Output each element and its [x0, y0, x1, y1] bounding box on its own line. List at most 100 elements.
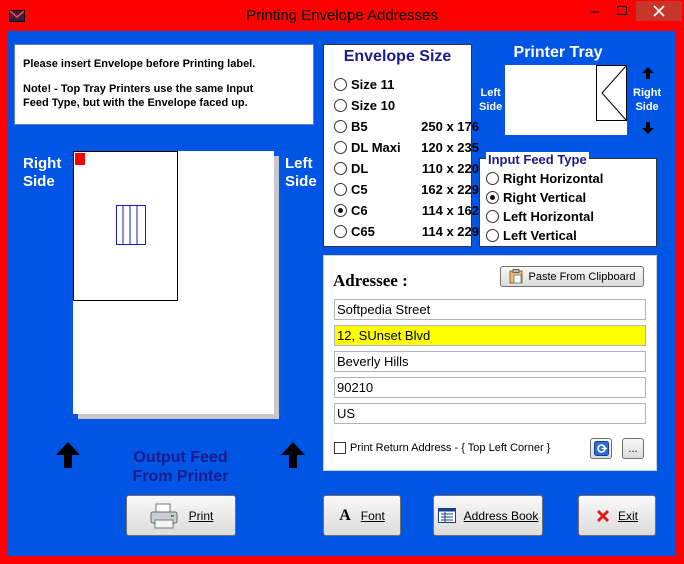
instruction-text: Please insert Envelope before Printing l…	[23, 58, 256, 70]
envelope-size-dimensions: 114 x 162	[421, 202, 479, 218]
envelope-size-option[interactable]: C6 114 x 162	[334, 200, 479, 220]
radio-button[interactable]	[486, 209, 499, 223]
input-feed-option[interactable]: Right Horizontal	[486, 168, 603, 188]
note-line-1: Note! - Top Tray Printers use the same I…	[23, 83, 254, 95]
address-book-icon	[437, 508, 456, 523]
envelope-size-option[interactable]: C5 162 x 229	[334, 179, 479, 199]
envelope-size-dimensions: 162 x 229	[421, 181, 479, 197]
font-icon: A	[339, 506, 351, 524]
envelope-size-panel: Envelope Size Size 11 Size 10 B5 250 x 176 D…	[323, 44, 479, 247]
font-button[interactable]: A Font	[323, 495, 401, 536]
more-button[interactable]: ...	[622, 438, 644, 459]
up-arrow-icon	[281, 442, 305, 468]
paste-from-clipboard-button[interactable]: Paste From Clipboard	[500, 266, 644, 287]
envelope-size-name: B5	[351, 118, 368, 134]
tray-left-side-label: Left Side	[479, 87, 503, 113]
envelope-size-option[interactable]: DL 110 x 220	[334, 158, 479, 178]
tray-down-arrow-icon[interactable]	[641, 121, 655, 135]
close-icon	[653, 5, 665, 17]
envelope-size-name: DL	[351, 160, 369, 176]
radio-button[interactable]	[334, 224, 347, 238]
radio-button[interactable]	[486, 171, 499, 185]
preview-left-side-label: Left Side	[285, 155, 317, 190]
exit-button-label: Exit	[617, 508, 638, 523]
font-button-label: Font	[360, 508, 385, 523]
envelope-size-option[interactable]: B5 250 x 176	[334, 116, 479, 136]
title-bar: Printing Envelope Addresses	[0, 0, 684, 31]
addressee-label: Adressee :	[333, 271, 408, 290]
stamp-marker	[75, 153, 85, 165]
address-line-4[interactable]: 90210	[334, 377, 646, 398]
tray-envelope-icon	[596, 65, 627, 121]
envelope-size-option[interactable]: DL Maxi 120 x 235	[334, 137, 479, 157]
input-feed-option[interactable]: Left Horizontal	[486, 206, 594, 226]
minimize-button[interactable]	[581, 1, 608, 21]
radio-button[interactable]	[334, 140, 347, 154]
print-button[interactable]: Print	[126, 495, 236, 536]
settings-icon	[593, 441, 609, 456]
printer-tray-title: Printer Tray	[513, 44, 603, 61]
envelope-size-dimensions: 114 x 229	[421, 223, 479, 239]
printer-tray-view	[505, 65, 627, 135]
input-feed-title: Input Feed Type	[486, 152, 589, 167]
envelope-size-title: Envelope Size	[343, 48, 452, 65]
envelope-size-dimensions: 250 x 176	[421, 118, 479, 134]
instructions-panel: Please insert Envelope before Printing l…	[14, 44, 314, 125]
input-feed-option[interactable]: Left Vertical	[486, 225, 577, 245]
address-line-3[interactable]: Beverly Hills	[334, 351, 646, 372]
printer-icon	[150, 503, 178, 528]
envelope-preview	[73, 151, 178, 301]
return-address-settings-button[interactable]	[590, 438, 612, 459]
radio-button[interactable]	[334, 161, 347, 175]
envelope-size-option[interactable]: Size 11	[334, 74, 479, 94]
radio-button[interactable]	[486, 228, 499, 242]
note-line-2: Feed Type, but with the Envelope faced u…	[23, 97, 248, 109]
envelope-size-option[interactable]: Size 10	[334, 95, 479, 115]
address-line-2[interactable]: 12, SUnset Blvd	[334, 325, 646, 346]
exit-x-icon	[596, 509, 610, 522]
print-return-address-checkbox[interactable]: Print Return Address - { Top Left Corner…	[334, 442, 550, 454]
envelope-size-name: C5	[351, 181, 368, 197]
output-feed-label: Output Feed From Printer	[132, 449, 229, 485]
input-feed-label: Left Vertical	[503, 227, 577, 243]
envelope-size-name: C65	[351, 223, 375, 239]
envelope-size-option[interactable]: C65 114 x 229	[334, 221, 479, 241]
input-feed-panel: Input Feed Type Right Horizontal Right Ve…	[479, 152, 657, 247]
envelope-size-name: Size 10	[351, 97, 396, 113]
clipboard-icon	[509, 269, 522, 284]
input-feed-label: Left Horizontal	[503, 208, 594, 224]
addressee-panel: Adressee : Paste From Clipboard Softpedi…	[323, 255, 657, 471]
up-arrow-icon	[56, 442, 80, 468]
input-feed-label: Right Vertical	[503, 189, 587, 205]
tray-right-side-label: Right Side	[633, 87, 662, 113]
print-return-address-label: Print Return Address - { Top Left Corner…	[350, 442, 551, 454]
input-feed-option[interactable]: Right Vertical	[486, 187, 586, 207]
envelope-size-dimensions: 110 x 220	[421, 160, 479, 176]
radio-button[interactable]	[334, 203, 347, 217]
client-area: Please insert Envelope before Printing l…	[8, 31, 676, 556]
radio-button[interactable]	[334, 77, 347, 91]
address-book-button[interactable]: Address Book	[433, 495, 543, 536]
radio-button[interactable]	[486, 190, 499, 204]
tray-up-arrow-icon[interactable]	[641, 66, 655, 80]
address-book-button-label: Address Book	[463, 508, 539, 523]
address-line-1[interactable]: Softpedia Street	[334, 299, 646, 320]
address-lines-preview	[116, 205, 146, 245]
app-window: Printing Envelope Addresses Please inser…	[0, 0, 684, 564]
envelope-size-name: C6	[351, 202, 368, 218]
input-feed-label: Right Horizontal	[503, 170, 604, 186]
print-button-label: Print	[188, 508, 214, 523]
exit-button[interactable]: Exit	[578, 495, 656, 536]
close-button[interactable]	[636, 1, 682, 21]
preview-right-side-label: Right Side	[23, 155, 62, 190]
paper-preview	[73, 151, 274, 414]
radio-button[interactable]	[334, 119, 347, 133]
maximize-button[interactable]	[608, 1, 635, 21]
envelope-size-name: DL Maxi	[351, 139, 401, 155]
radio-button[interactable]	[334, 182, 347, 196]
radio-button[interactable]	[334, 98, 347, 112]
address-line-5[interactable]: US	[334, 403, 646, 424]
envelope-size-dimensions: 120 x 235	[421, 139, 479, 155]
checkbox-box[interactable]	[334, 442, 346, 454]
envelope-size-name: Size 11	[351, 76, 395, 92]
